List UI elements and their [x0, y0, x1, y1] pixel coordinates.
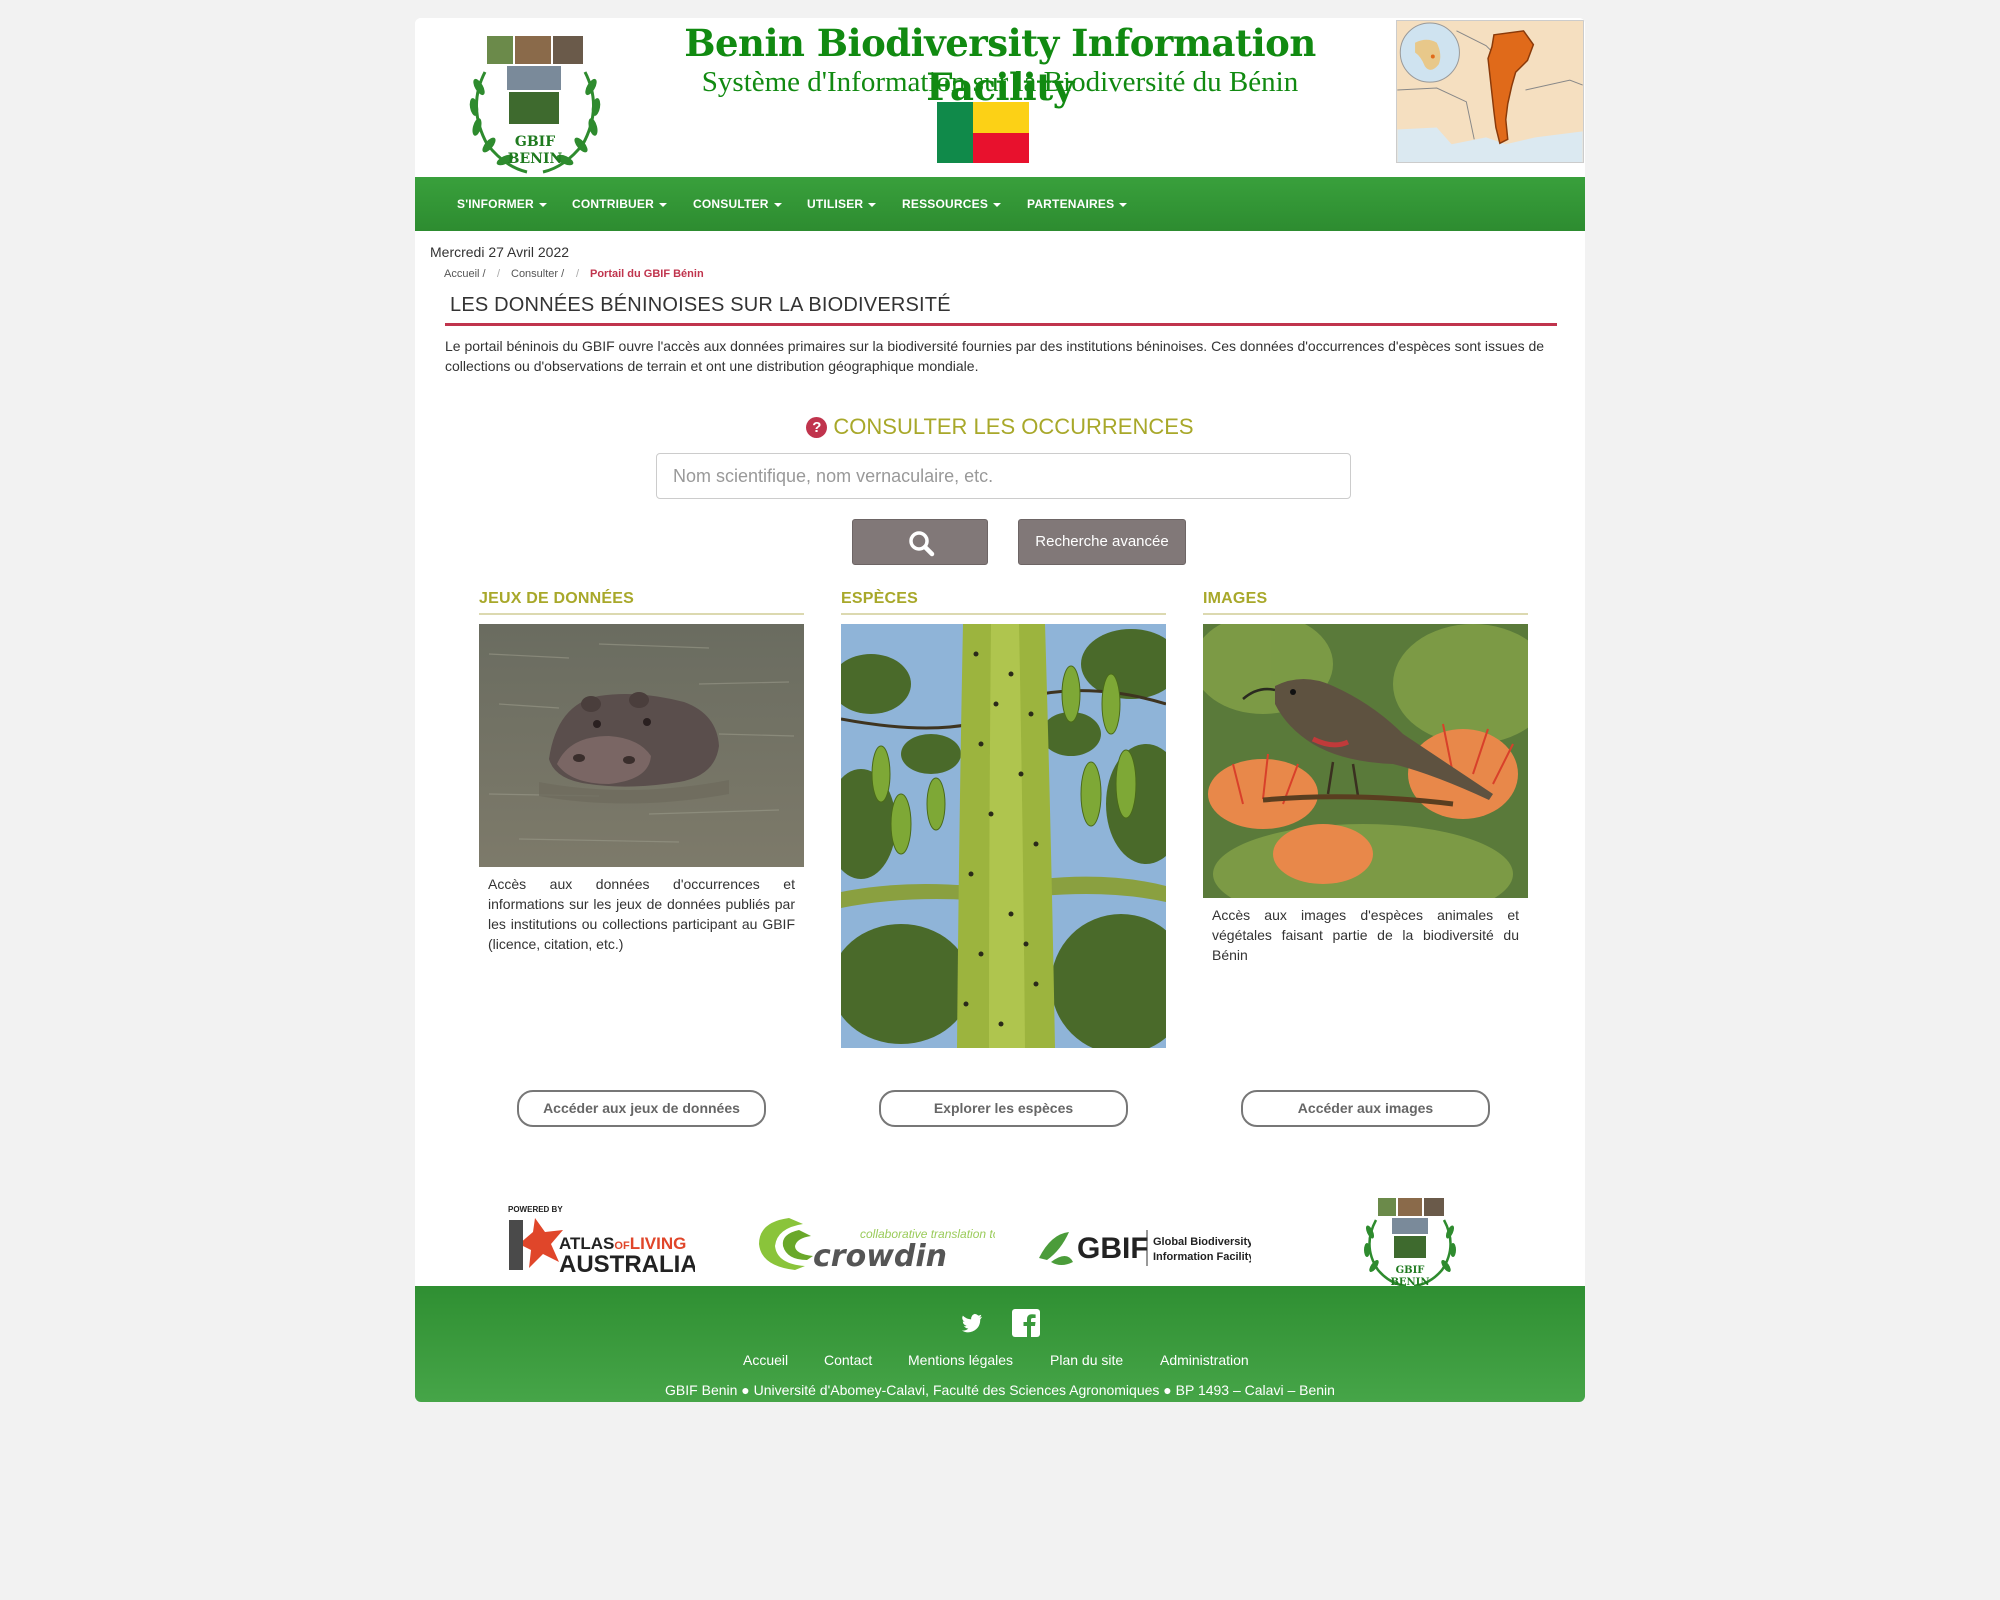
images-button[interactable]: Accéder aux images — [1241, 1090, 1490, 1127]
search-icon — [909, 531, 935, 557]
nav-ressources[interactable]: RESSOURCES — [902, 177, 1002, 231]
species-divider — [841, 613, 1166, 615]
search-input[interactable] — [656, 453, 1351, 499]
nav-label: CONTRIBUER — [572, 197, 654, 211]
caret-down-icon — [1119, 202, 1128, 207]
current-date: Mercredi 27 Avril 2022 — [430, 244, 570, 260]
logo-text-gbif: GBIF — [515, 134, 555, 150]
main-navbar: S'INFORMER CONTRIBUER CONSULTER UTILISER… — [415, 177, 1585, 231]
title-divider — [445, 323, 1557, 326]
site-header: GBIF BENIN Benin Biodiversity Informatio… — [415, 18, 1585, 177]
footer-link-plan-du-site[interactable]: Plan du site — [1050, 1352, 1123, 1368]
atlas-of-living-australia-logo[interactable]: POWERED BY ATLASOFLIVING AUSTRALIA — [505, 1202, 695, 1286]
images-description: Accès aux images d'espèces animales et v… — [1212, 907, 1519, 963]
footer-link-mentions-legales[interactable]: Mentions légales — [908, 1352, 1013, 1368]
logo-text-benin: BENIN — [508, 151, 563, 167]
nav-label: CONSULTER — [693, 197, 769, 211]
gbif-full-1: Global Biodiversity — [1153, 1236, 1251, 1248]
gbif-full-2: Information Facility — [1153, 1251, 1251, 1263]
nav-contribuer[interactable]: CONTRIBUER — [572, 177, 667, 231]
caret-down-icon — [659, 202, 667, 207]
nav-label: PARTENAIRES — [1027, 197, 1115, 211]
site-subtitle: Système d'Information sur la Biodiversit… — [701, 66, 1299, 98]
gbif-logo[interactable]: GBIF Global Biodiversity Information Fac… — [1031, 1214, 1251, 1278]
images-divider — [1203, 613, 1528, 615]
datasets-divider — [479, 613, 804, 615]
gbif-benin-small-logo[interactable]: GBIF BENIN — [1360, 1196, 1460, 1286]
species-button[interactable]: Explorer les espèces — [879, 1090, 1128, 1127]
caret-down-icon — [868, 202, 877, 207]
nav-partenaires[interactable]: PARTENAIRES — [1027, 177, 1128, 231]
benin-map-icon — [1396, 20, 1584, 163]
ala-australia: AUSTRALIA — [559, 1251, 695, 1278]
datasets-heading: JEUX DE DONNÉES — [479, 590, 635, 607]
crowdin-name: crowdin — [813, 1239, 947, 1274]
gbif-acronym: GBIF — [1077, 1232, 1149, 1265]
nav-s-informer[interactable]: S'INFORMER — [457, 177, 547, 231]
footer-link-administration[interactable]: Administration — [1160, 1352, 1249, 1368]
images-heading: IMAGES — [1203, 590, 1268, 607]
nav-consulter[interactable]: CONSULTER — [693, 177, 782, 231]
datasets-button[interactable]: Accéder aux jeux de données — [517, 1090, 766, 1127]
help-icon[interactable]: ? — [806, 417, 828, 438]
twitter-icon[interactable] — [961, 1312, 983, 1334]
advanced-search-button[interactable]: Recherche avancée — [1018, 519, 1186, 565]
site-footer: Accueil Contact Mentions légales Plan du… — [415, 1286, 1585, 1402]
hippopotamus-image[interactable] — [479, 624, 804, 867]
benin-flag-icon — [937, 102, 1029, 163]
gbif-benin-logo[interactable]: GBIF BENIN — [465, 32, 605, 180]
datasets-description: Accès aux données d'occurrences et infor… — [488, 876, 795, 952]
breadcrumb-consulter[interactable]: Consulter / — [511, 268, 564, 280]
footer-link-contact[interactable]: Contact — [824, 1352, 872, 1368]
nav-label: S'INFORMER — [457, 197, 534, 211]
species-heading: ESPÈCES — [841, 590, 918, 607]
caret-down-icon — [773, 202, 782, 207]
breadcrumb-separator: / — [497, 268, 501, 280]
crowdin-logo[interactable]: collaborative translation tool crowdin — [755, 1214, 995, 1278]
intro-paragraph: Le portail béninois du GBIF ouvre l'accè… — [445, 338, 1545, 374]
footer-link-accueil[interactable]: Accueil — [743, 1352, 788, 1368]
nav-label: RESSOURCES — [902, 197, 989, 211]
small-logo-gbif: GBIF — [1396, 1265, 1425, 1276]
occurrences-heading-text: CONSULTER LES OCCURRENCES — [833, 414, 1194, 439]
search-button[interactable] — [852, 519, 988, 565]
caret-down-icon — [538, 202, 547, 207]
breadcrumb-separator: / — [576, 268, 580, 280]
footer-address: GBIF Benin ● Université d'Abomey-Calavi,… — [665, 1382, 1335, 1398]
sunbird-image[interactable] — [1203, 624, 1528, 898]
page-title: LES DONNÉES BÉNINOISES SUR LA BIODIVERSI… — [450, 294, 951, 316]
facebook-icon[interactable] — [1011, 1308, 1041, 1338]
caret-down-icon — [993, 202, 1002, 207]
ala-powered-by: POWERED BY — [508, 1205, 563, 1214]
small-logo-benin: BENIN — [1390, 1277, 1429, 1286]
breadcrumb-accueil[interactable]: Accueil / — [444, 268, 486, 280]
occurrences-heading: ? CONSULTER LES OCCURRENCES — [415, 414, 1585, 440]
breadcrumb-current: Portail du GBIF Bénin — [590, 268, 704, 280]
nav-label: UTILISER — [807, 197, 864, 211]
species-tree-image[interactable] — [841, 624, 1166, 1048]
page-container: GBIF BENIN Benin Biodiversity Informatio… — [415, 18, 1585, 1402]
nav-utiliser[interactable]: UTILISER — [807, 177, 877, 231]
